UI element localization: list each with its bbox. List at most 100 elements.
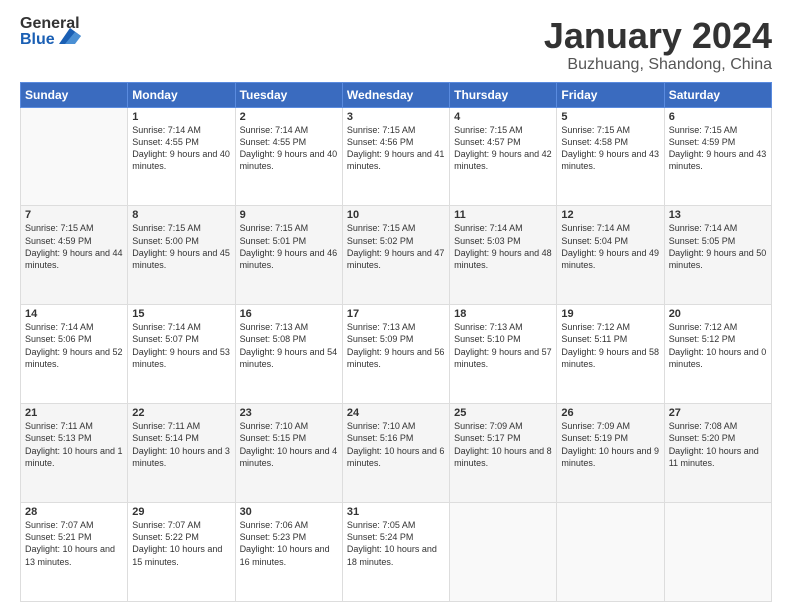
day-number: 11 bbox=[454, 209, 552, 221]
day-number: 24 bbox=[347, 407, 445, 419]
cell-info: Sunrise: 7:09 AMSunset: 5:17 PMDaylight:… bbox=[454, 420, 552, 469]
table-row: 9Sunrise: 7:15 AMSunset: 5:01 PMDaylight… bbox=[235, 206, 342, 305]
day-number: 27 bbox=[669, 407, 767, 419]
day-number: 8 bbox=[132, 209, 230, 221]
table-row: 28Sunrise: 7:07 AMSunset: 5:21 PMDayligh… bbox=[21, 503, 128, 602]
day-number: 25 bbox=[454, 407, 552, 419]
day-number: 21 bbox=[25, 407, 123, 419]
cell-info: Sunrise: 7:15 AMSunset: 4:59 PMDaylight:… bbox=[669, 124, 767, 173]
day-number: 16 bbox=[240, 308, 338, 320]
table-row: 10Sunrise: 7:15 AMSunset: 5:02 PMDayligh… bbox=[342, 206, 449, 305]
day-number: 3 bbox=[347, 111, 445, 123]
day-number: 15 bbox=[132, 308, 230, 320]
header: General Blue January 2024 Buzhuang, Shan… bbox=[20, 16, 772, 74]
table-row: 12Sunrise: 7:14 AMSunset: 5:04 PMDayligh… bbox=[557, 206, 664, 305]
table-row: 25Sunrise: 7:09 AMSunset: 5:17 PMDayligh… bbox=[450, 404, 557, 503]
title-block: January 2024 Buzhuang, Shandong, China bbox=[544, 16, 772, 74]
table-row: 14Sunrise: 7:14 AMSunset: 5:06 PMDayligh… bbox=[21, 305, 128, 404]
logo: General Blue bbox=[20, 16, 81, 48]
day-number: 10 bbox=[347, 209, 445, 221]
cell-info: Sunrise: 7:10 AMSunset: 5:15 PMDaylight:… bbox=[240, 420, 338, 469]
table-row: 17Sunrise: 7:13 AMSunset: 5:09 PMDayligh… bbox=[342, 305, 449, 404]
table-row: 5Sunrise: 7:15 AMSunset: 4:58 PMDaylight… bbox=[557, 107, 664, 206]
col-wednesday: Wednesday bbox=[342, 82, 449, 107]
cell-info: Sunrise: 7:08 AMSunset: 5:20 PMDaylight:… bbox=[669, 420, 767, 469]
cell-info: Sunrise: 7:15 AMSunset: 4:59 PMDaylight:… bbox=[25, 222, 123, 271]
table-row: 27Sunrise: 7:08 AMSunset: 5:20 PMDayligh… bbox=[664, 404, 771, 503]
col-saturday: Saturday bbox=[664, 82, 771, 107]
table-row bbox=[557, 503, 664, 602]
table-row: 23Sunrise: 7:10 AMSunset: 5:15 PMDayligh… bbox=[235, 404, 342, 503]
day-number: 9 bbox=[240, 209, 338, 221]
table-row: 1Sunrise: 7:14 AMSunset: 4:55 PMDaylight… bbox=[128, 107, 235, 206]
logo-name: General Blue bbox=[20, 16, 81, 48]
page-subtitle: Buzhuang, Shandong, China bbox=[544, 56, 772, 74]
day-number: 1 bbox=[132, 111, 230, 123]
day-number: 7 bbox=[25, 209, 123, 221]
table-row: 13Sunrise: 7:14 AMSunset: 5:05 PMDayligh… bbox=[664, 206, 771, 305]
cell-info: Sunrise: 7:15 AMSunset: 5:02 PMDaylight:… bbox=[347, 222, 445, 271]
cell-info: Sunrise: 7:14 AMSunset: 5:05 PMDaylight:… bbox=[669, 222, 767, 271]
day-number: 17 bbox=[347, 308, 445, 320]
table-row: 8Sunrise: 7:15 AMSunset: 5:00 PMDaylight… bbox=[128, 206, 235, 305]
col-friday: Friday bbox=[557, 82, 664, 107]
day-number: 22 bbox=[132, 407, 230, 419]
table-row: 19Sunrise: 7:12 AMSunset: 5:11 PMDayligh… bbox=[557, 305, 664, 404]
cell-info: Sunrise: 7:06 AMSunset: 5:23 PMDaylight:… bbox=[240, 519, 338, 568]
calendar-week-row: 21Sunrise: 7:11 AMSunset: 5:13 PMDayligh… bbox=[21, 404, 772, 503]
day-number: 4 bbox=[454, 111, 552, 123]
table-row: 24Sunrise: 7:10 AMSunset: 5:16 PMDayligh… bbox=[342, 404, 449, 503]
table-row: 22Sunrise: 7:11 AMSunset: 5:14 PMDayligh… bbox=[128, 404, 235, 503]
cell-info: Sunrise: 7:10 AMSunset: 5:16 PMDaylight:… bbox=[347, 420, 445, 469]
table-row: 29Sunrise: 7:07 AMSunset: 5:22 PMDayligh… bbox=[128, 503, 235, 602]
cell-info: Sunrise: 7:13 AMSunset: 5:09 PMDaylight:… bbox=[347, 321, 445, 370]
day-number: 26 bbox=[561, 407, 659, 419]
logo-blue-text: Blue bbox=[20, 32, 55, 48]
page-title: January 2024 bbox=[544, 16, 772, 56]
day-number: 23 bbox=[240, 407, 338, 419]
cell-info: Sunrise: 7:14 AMSunset: 4:55 PMDaylight:… bbox=[240, 124, 338, 173]
day-number: 19 bbox=[561, 308, 659, 320]
table-row: 3Sunrise: 7:15 AMSunset: 4:56 PMDaylight… bbox=[342, 107, 449, 206]
table-row: 7Sunrise: 7:15 AMSunset: 4:59 PMDaylight… bbox=[21, 206, 128, 305]
cell-info: Sunrise: 7:11 AMSunset: 5:13 PMDaylight:… bbox=[25, 420, 123, 469]
day-number: 20 bbox=[669, 308, 767, 320]
cell-info: Sunrise: 7:15 AMSunset: 5:00 PMDaylight:… bbox=[132, 222, 230, 271]
table-row bbox=[664, 503, 771, 602]
table-row: 16Sunrise: 7:13 AMSunset: 5:08 PMDayligh… bbox=[235, 305, 342, 404]
cell-info: Sunrise: 7:11 AMSunset: 5:14 PMDaylight:… bbox=[132, 420, 230, 469]
table-row bbox=[450, 503, 557, 602]
col-sunday: Sunday bbox=[21, 82, 128, 107]
day-number: 6 bbox=[669, 111, 767, 123]
cell-info: Sunrise: 7:15 AMSunset: 4:58 PMDaylight:… bbox=[561, 124, 659, 173]
cell-info: Sunrise: 7:07 AMSunset: 5:21 PMDaylight:… bbox=[25, 519, 123, 568]
col-thursday: Thursday bbox=[450, 82, 557, 107]
page: General Blue January 2024 Buzhuang, Shan… bbox=[0, 0, 792, 612]
table-row: 4Sunrise: 7:15 AMSunset: 4:57 PMDaylight… bbox=[450, 107, 557, 206]
calendar-week-row: 28Sunrise: 7:07 AMSunset: 5:21 PMDayligh… bbox=[21, 503, 772, 602]
cell-info: Sunrise: 7:14 AMSunset: 5:03 PMDaylight:… bbox=[454, 222, 552, 271]
table-row: 18Sunrise: 7:13 AMSunset: 5:10 PMDayligh… bbox=[450, 305, 557, 404]
calendar-week-row: 7Sunrise: 7:15 AMSunset: 4:59 PMDaylight… bbox=[21, 206, 772, 305]
cell-info: Sunrise: 7:13 AMSunset: 5:08 PMDaylight:… bbox=[240, 321, 338, 370]
table-row: 15Sunrise: 7:14 AMSunset: 5:07 PMDayligh… bbox=[128, 305, 235, 404]
cell-info: Sunrise: 7:05 AMSunset: 5:24 PMDaylight:… bbox=[347, 519, 445, 568]
table-row: 20Sunrise: 7:12 AMSunset: 5:12 PMDayligh… bbox=[664, 305, 771, 404]
table-row: 30Sunrise: 7:06 AMSunset: 5:23 PMDayligh… bbox=[235, 503, 342, 602]
cell-info: Sunrise: 7:13 AMSunset: 5:10 PMDaylight:… bbox=[454, 321, 552, 370]
cell-info: Sunrise: 7:15 AMSunset: 5:01 PMDaylight:… bbox=[240, 222, 338, 271]
cell-info: Sunrise: 7:14 AMSunset: 5:07 PMDaylight:… bbox=[132, 321, 230, 370]
table-row: 31Sunrise: 7:05 AMSunset: 5:24 PMDayligh… bbox=[342, 503, 449, 602]
day-number: 31 bbox=[347, 506, 445, 518]
cell-info: Sunrise: 7:12 AMSunset: 5:12 PMDaylight:… bbox=[669, 321, 767, 370]
cell-info: Sunrise: 7:14 AMSunset: 4:55 PMDaylight:… bbox=[132, 124, 230, 173]
cell-info: Sunrise: 7:14 AMSunset: 5:04 PMDaylight:… bbox=[561, 222, 659, 271]
calendar-week-row: 14Sunrise: 7:14 AMSunset: 5:06 PMDayligh… bbox=[21, 305, 772, 404]
day-number: 28 bbox=[25, 506, 123, 518]
calendar-table: Sunday Monday Tuesday Wednesday Thursday… bbox=[20, 82, 772, 602]
table-row: 2Sunrise: 7:14 AMSunset: 4:55 PMDaylight… bbox=[235, 107, 342, 206]
day-number: 5 bbox=[561, 111, 659, 123]
col-tuesday: Tuesday bbox=[235, 82, 342, 107]
day-number: 29 bbox=[132, 506, 230, 518]
cell-info: Sunrise: 7:14 AMSunset: 5:06 PMDaylight:… bbox=[25, 321, 123, 370]
